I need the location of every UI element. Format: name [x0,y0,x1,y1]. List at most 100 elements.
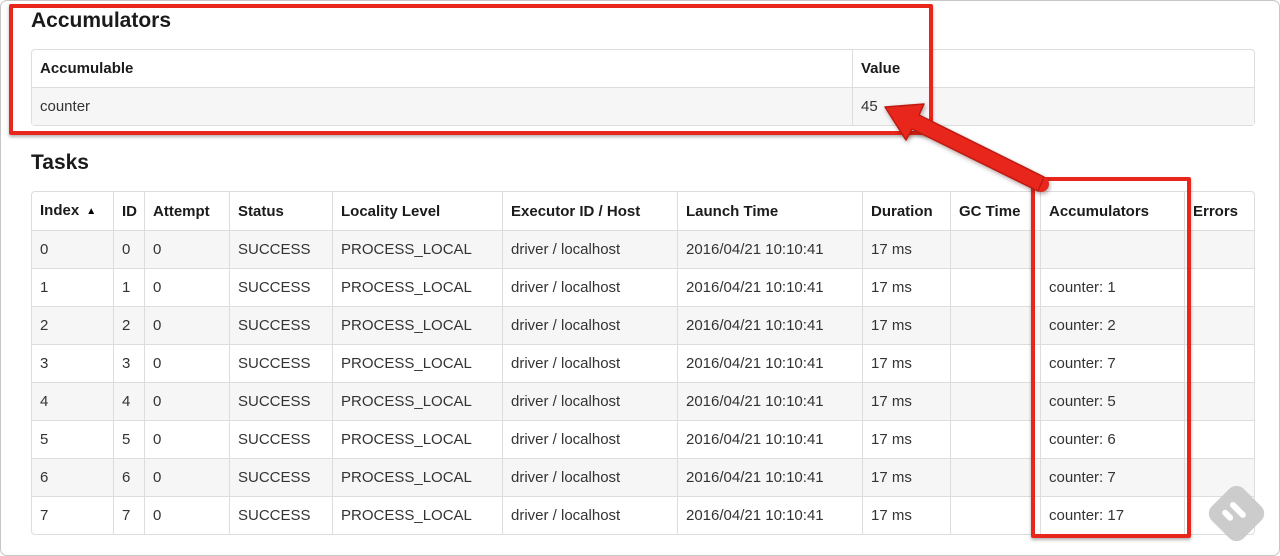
cell-attempt: 0 [144,268,229,306]
cell-gc-time [950,230,1040,268]
column-header-label: Launch Time [686,202,779,220]
cell-attempt: 0 [144,344,229,382]
cell-accumulators: counter: 5 [1040,382,1184,420]
table-row: counter 45 [32,87,1254,125]
cell-errors [1184,496,1254,534]
cell-status: SUCCESS [229,382,332,420]
column-header-label: GC Time [959,202,1021,220]
column-header-label: Errors [1193,202,1239,220]
cell-duration: 17 ms [862,306,950,344]
cell-executor-id-host: driver / localhost [502,268,677,306]
cell-index: 0 [32,230,113,268]
cell-launch-time: 2016/04/21 10:10:41 [677,344,862,382]
cell-id: 6 [113,458,144,496]
cell-accumulators: counter: 2 [1040,306,1184,344]
accumulators-table-header-row: Accumulable Value [32,50,1254,87]
column-header-duration[interactable]: Duration [862,192,950,230]
cell-errors [1184,382,1254,420]
cell-duration: 17 ms [862,268,950,306]
cell-duration: 17 ms [862,230,950,268]
cell-locality-level: PROCESS_LOCAL [332,268,502,306]
cell-locality-level: PROCESS_LOCAL [332,382,502,420]
cell-attempt: 0 [144,420,229,458]
cell-attempt: 0 [144,458,229,496]
column-header-executor-id-host[interactable]: Executor ID / Host [502,192,677,230]
cell-launch-time: 2016/04/21 10:10:41 [677,268,862,306]
column-header-value: Value [852,50,1254,87]
cell-duration: 17 ms [862,344,950,382]
cell-attempt: 0 [144,496,229,534]
cell-status: SUCCESS [229,344,332,382]
cell-id: 2 [113,306,144,344]
cell-attempt: 0 [144,382,229,420]
tasks-section-heading: Tasks [31,151,89,174]
cell-errors [1184,420,1254,458]
cell-status: SUCCESS [229,420,332,458]
cell-locality-level: PROCESS_LOCAL [332,420,502,458]
cell-accumulators: counter: 6 [1040,420,1184,458]
cell-index: 2 [32,306,113,344]
cell-locality-level: PROCESS_LOCAL [332,344,502,382]
column-header-label: Status [238,202,284,220]
cell-gc-time [950,458,1040,496]
cell-id: 3 [113,344,144,382]
cell-status: SUCCESS [229,230,332,268]
cell-id: 1 [113,268,144,306]
cell-launch-time: 2016/04/21 10:10:41 [677,230,862,268]
column-header-locality-level[interactable]: Locality Level [332,192,502,230]
cell-gc-time [950,382,1040,420]
column-header-label: Accumulable [40,60,134,77]
cell-accumulators [1040,230,1184,268]
table-row: 2 2 0 SUCCESS PROCESS_LOCAL driver / localhos… [32,306,1254,344]
cell-launch-time: 2016/04/21 10:10:41 [677,496,862,534]
cell-accumulators: counter: 17 [1040,496,1184,534]
cell-status: SUCCESS [229,496,332,534]
column-header-accumulators[interactable]: Accumulators [1040,192,1184,230]
cell-executor-id-host: driver / localhost [502,458,677,496]
cell-value: 45 [852,87,1254,125]
cell-errors [1184,268,1254,306]
cell-id: 5 [113,420,144,458]
cell-duration: 17 ms [862,496,950,534]
cell-errors [1184,306,1254,344]
column-header-id[interactable]: ID [113,192,144,230]
cell-executor-id-host: driver / localhost [502,344,677,382]
cell-executor-id-host: driver / localhost [502,382,677,420]
cell-gc-time [950,496,1040,534]
cell-id: 0 [113,230,144,268]
cell-accumulators: counter: 1 [1040,268,1184,306]
column-header-label: Duration [871,202,933,220]
cell-errors [1184,344,1254,382]
column-header-launch-time[interactable]: Launch Time [677,192,862,230]
cell-accumulable: counter [32,87,852,125]
column-header-label: Index [40,202,80,219]
cell-index: 3 [32,344,113,382]
column-header-status[interactable]: Status [229,192,332,230]
cell-status: SUCCESS [229,306,332,344]
cell-launch-time: 2016/04/21 10:10:41 [677,382,862,420]
cell-duration: 17 ms [862,382,950,420]
table-row: 4 4 0 SUCCESS PROCESS_LOCAL driver / localhos… [32,382,1254,420]
cell-duration: 17 ms [862,420,950,458]
column-header-attempt[interactable]: Attempt [144,192,229,230]
cell-executor-id-host: driver / localhost [502,420,677,458]
cell-locality-level: PROCESS_LOCAL [332,458,502,496]
cell-gc-time [950,420,1040,458]
column-header-label: Value [861,60,901,77]
column-header-label: Executor ID / Host [511,202,641,220]
column-header-label: ID [122,202,137,220]
column-header-label: Attempt [153,202,210,220]
cell-attempt: 0 [144,306,229,344]
column-header-index[interactable]: Index ▲ [32,192,113,230]
accumulators-section-heading: Accumulators [31,9,172,32]
cell-accumulators: counter: 7 [1040,344,1184,382]
column-header-gc-time[interactable]: GC Time [950,192,1040,230]
cell-duration: 17 ms [862,458,950,496]
accumulators-table: Accumulable Value counter 45 [31,49,1255,126]
table-row: 1 1 0 SUCCESS PROCESS_LOCAL driver / localhos… [32,268,1254,306]
column-header-errors[interactable]: Errors [1184,192,1254,230]
cell-launch-time: 2016/04/21 10:10:41 [677,458,862,496]
cell-gc-time [950,344,1040,382]
cell-index: 5 [32,420,113,458]
cell-locality-level: PROCESS_LOCAL [332,496,502,534]
